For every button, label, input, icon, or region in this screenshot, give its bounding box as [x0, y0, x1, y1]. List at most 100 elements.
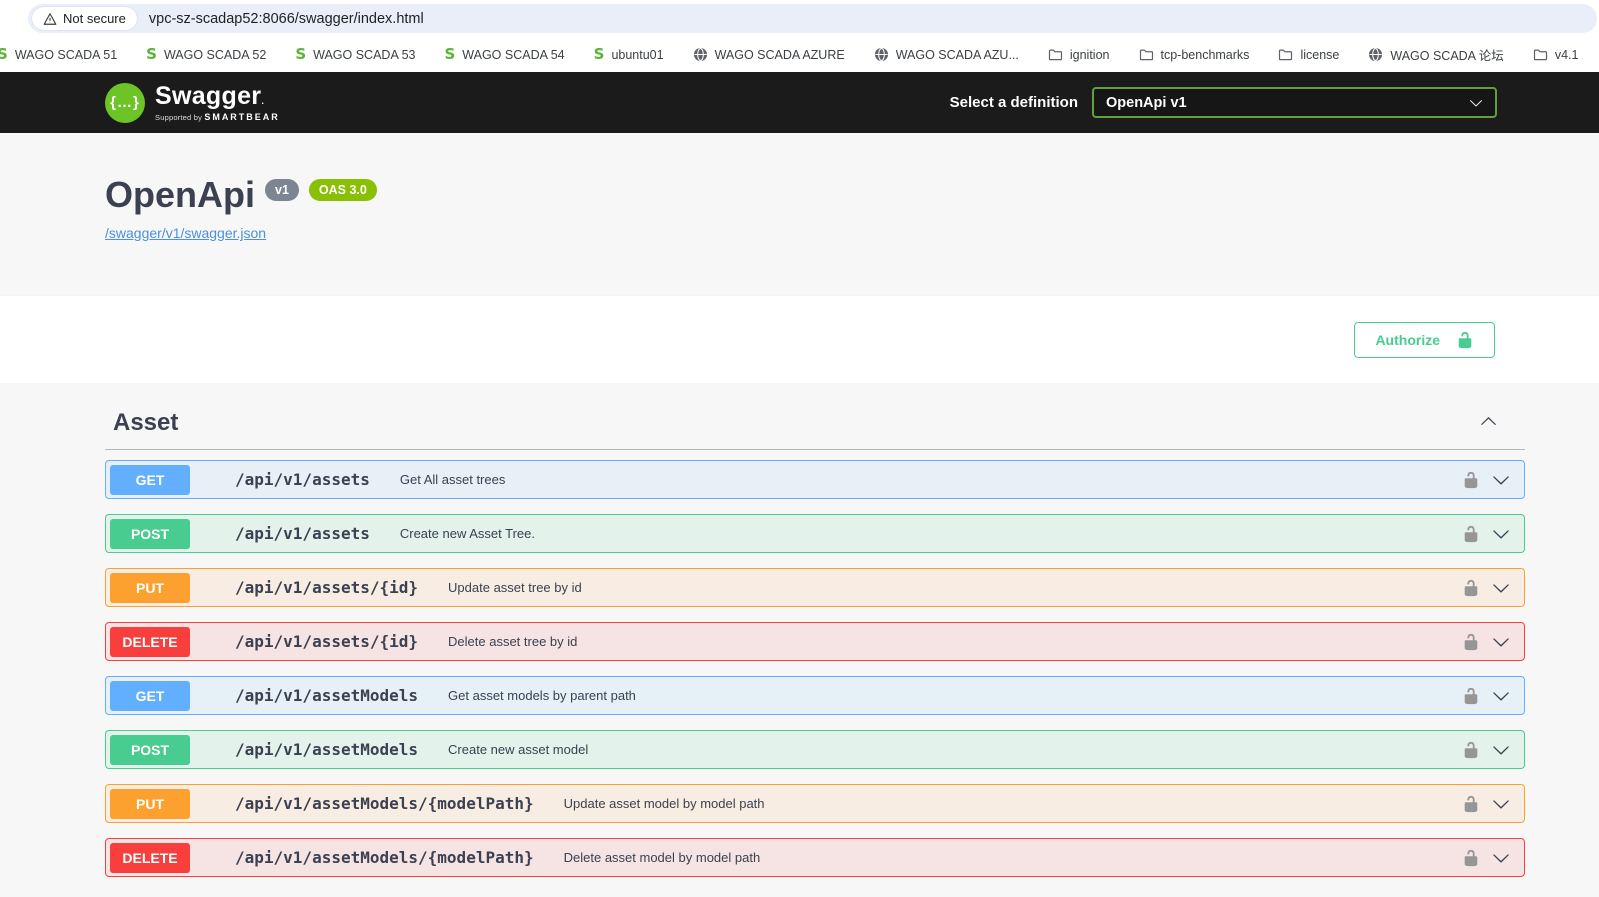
definition-select-value: OpenApi v1 — [1106, 95, 1187, 111]
bookmark-label: ignition — [1070, 48, 1110, 62]
operation-expand-button[interactable] — [1492, 471, 1510, 489]
bookmark-item[interactable]: tcp-benchmarks — [1139, 47, 1250, 62]
operation-expand-button[interactable] — [1492, 525, 1510, 543]
bookmark-item[interactable]: S WAGO SCADA 51 — [0, 47, 117, 62]
unlock-icon — [1462, 795, 1480, 813]
spec-json-link[interactable]: /swagger/v1/swagger.json — [105, 225, 266, 241]
operation-auth-button[interactable] — [1462, 795, 1480, 813]
security-chip[interactable]: Not secure — [32, 7, 137, 30]
operation-description: Get asset models by parent path — [448, 688, 636, 703]
bookmark-item[interactable]: ignition — [1048, 47, 1110, 62]
unlock-icon — [1462, 687, 1480, 705]
folder-icon — [1048, 47, 1063, 62]
bookmark-item[interactable]: S WAGO SCADA 52 — [146, 47, 266, 62]
operation-auth-button[interactable] — [1462, 471, 1480, 489]
authorize-button[interactable]: Authorize — [1354, 322, 1495, 358]
globe-icon — [693, 47, 708, 62]
select-definition-label: Select a definition — [950, 94, 1078, 111]
swagger-favicon-icon: S — [0, 47, 8, 62]
chevron-down-icon — [1492, 687, 1510, 705]
method-badge: DELETE — [110, 843, 190, 873]
operation-path: /api/v1/assetModels — [235, 686, 418, 705]
section-header-asset[interactable]: Asset — [105, 383, 1525, 450]
operation-path: /api/v1/assetModels/{modelPath} — [235, 794, 534, 813]
bookmark-label: WAGO SCADA 53 — [313, 48, 415, 62]
method-badge: POST — [110, 735, 190, 765]
folder-icon — [1278, 47, 1293, 62]
bookmark-label: WAGO SCADA 论坛 — [1390, 45, 1503, 64]
operation-description: Create new asset model — [448, 742, 588, 757]
bookmark-item[interactable]: license — [1278, 47, 1339, 62]
unlock-icon — [1462, 525, 1480, 543]
operation-auth-button[interactable] — [1462, 849, 1480, 867]
operation-description: Create new Asset Tree. — [400, 526, 535, 541]
operation-row[interactable]: PUT /api/v1/assetModels/{modelPath} Upda… — [105, 784, 1525, 823]
globe-icon — [874, 47, 889, 62]
operation-row[interactable]: DELETE /api/v1/assetModels/{modelPath} D… — [105, 838, 1525, 877]
version-badge: v1 — [265, 179, 299, 201]
chevron-down-icon — [1492, 471, 1510, 489]
operation-auth-button[interactable] — [1462, 633, 1480, 651]
bookmark-label: WAGO SCADA 52 — [164, 48, 266, 62]
operation-row[interactable]: GET /api/v1/assets Get All asset trees — [105, 460, 1525, 499]
brand-name: Swagger — [155, 82, 261, 110]
operation-path: /api/v1/assetModels/{modelPath} — [235, 848, 534, 867]
definition-select[interactable]: OpenApi v1 — [1092, 87, 1497, 118]
oas-badge: OAS 3.0 — [309, 179, 377, 201]
bookmark-label: WAGO SCADA AZURE — [715, 48, 845, 62]
swagger-favicon-icon: S — [594, 47, 605, 62]
section-title: Asset — [113, 409, 178, 437]
chevron-down-icon — [1492, 795, 1510, 813]
swagger-topbar: {…} Swagger. Supported by SMARTBEAR Sele… — [0, 72, 1599, 133]
swagger-favicon-icon: S — [444, 47, 455, 62]
operation-description: Update asset tree by id — [448, 580, 582, 595]
operation-row[interactable]: PUT /api/v1/assets/{id} Update asset tre… — [105, 568, 1525, 607]
method-badge: PUT — [110, 789, 190, 819]
bookmark-item[interactable]: S ubuntu01 — [594, 47, 664, 62]
operation-description: Delete asset tree by id — [448, 634, 577, 649]
brand-subtitle: Supported by SMARTBEAR — [155, 112, 280, 122]
bookmark-item[interactable]: v4.1 — [1533, 47, 1579, 62]
section-collapse-button[interactable] — [1480, 413, 1497, 433]
brand-trademark: . — [261, 96, 264, 106]
unlock-icon — [1462, 471, 1480, 489]
unlock-icon — [1462, 741, 1480, 759]
method-badge: GET — [110, 465, 190, 495]
operation-expand-button[interactable] — [1492, 633, 1510, 651]
operation-auth-button[interactable] — [1462, 579, 1480, 597]
operation-expand-button[interactable] — [1492, 687, 1510, 705]
chevron-down-icon — [1492, 741, 1510, 759]
operation-row[interactable]: POST /api/v1/assets Create new Asset Tre… — [105, 514, 1525, 553]
unlock-icon — [1462, 579, 1480, 597]
bookmark-label: tcp-benchmarks — [1161, 48, 1250, 62]
url-bar[interactable]: Not secure vpc-sz-scadap52:8066/swagger/… — [28, 4, 1597, 33]
info-section: OpenApi v1 OAS 3.0 /swagger/v1/swagger.j… — [0, 133, 1599, 296]
bookmark-item[interactable]: S WAGO SCADA 53 — [295, 47, 415, 62]
bookmark-item[interactable]: S WAGO SCADA 54 — [444, 47, 564, 62]
chevron-down-icon — [1492, 633, 1510, 651]
operation-row[interactable]: POST /api/v1/assetModels Create new asse… — [105, 730, 1525, 769]
operation-auth-button[interactable] — [1462, 525, 1480, 543]
bookmark-item[interactable]: WAGO SCADA 论坛 — [1368, 45, 1503, 64]
operation-auth-button[interactable] — [1462, 687, 1480, 705]
folder-icon — [1533, 47, 1548, 62]
bookmark-item[interactable]: WAGO SCADA AZURE — [693, 47, 845, 62]
operation-row[interactable]: DELETE /api/v1/assets/{id} Delete asset … — [105, 622, 1525, 661]
operations-section: Asset GET /api/v1/assets Get All asset t… — [0, 383, 1599, 897]
chevron-up-icon — [1480, 413, 1497, 430]
operation-expand-button[interactable] — [1492, 795, 1510, 813]
bookmark-label: WAGO SCADA 51 — [15, 48, 117, 62]
scheme-container: Authorize — [0, 296, 1599, 383]
operation-expand-button[interactable] — [1492, 849, 1510, 867]
operation-path: /api/v1/assets — [235, 524, 370, 543]
chevron-down-icon — [1492, 579, 1510, 597]
url-text[interactable]: vpc-sz-scadap52:8066/swagger/index.html — [149, 11, 424, 27]
operation-row[interactable]: GET /api/v1/assetModels Get asset models… — [105, 676, 1525, 715]
operation-auth-button[interactable] — [1462, 741, 1480, 759]
operations-list: GET /api/v1/assets Get All asset trees P… — [105, 450, 1525, 877]
bookmark-item[interactable]: WAGO SCADA AZU... — [874, 47, 1019, 62]
operation-expand-button[interactable] — [1492, 741, 1510, 759]
swagger-brand[interactable]: {…} Swagger. Supported by SMARTBEAR — [105, 83, 280, 123]
operation-expand-button[interactable] — [1492, 579, 1510, 597]
bookmark-label: ubuntu01 — [611, 48, 663, 62]
